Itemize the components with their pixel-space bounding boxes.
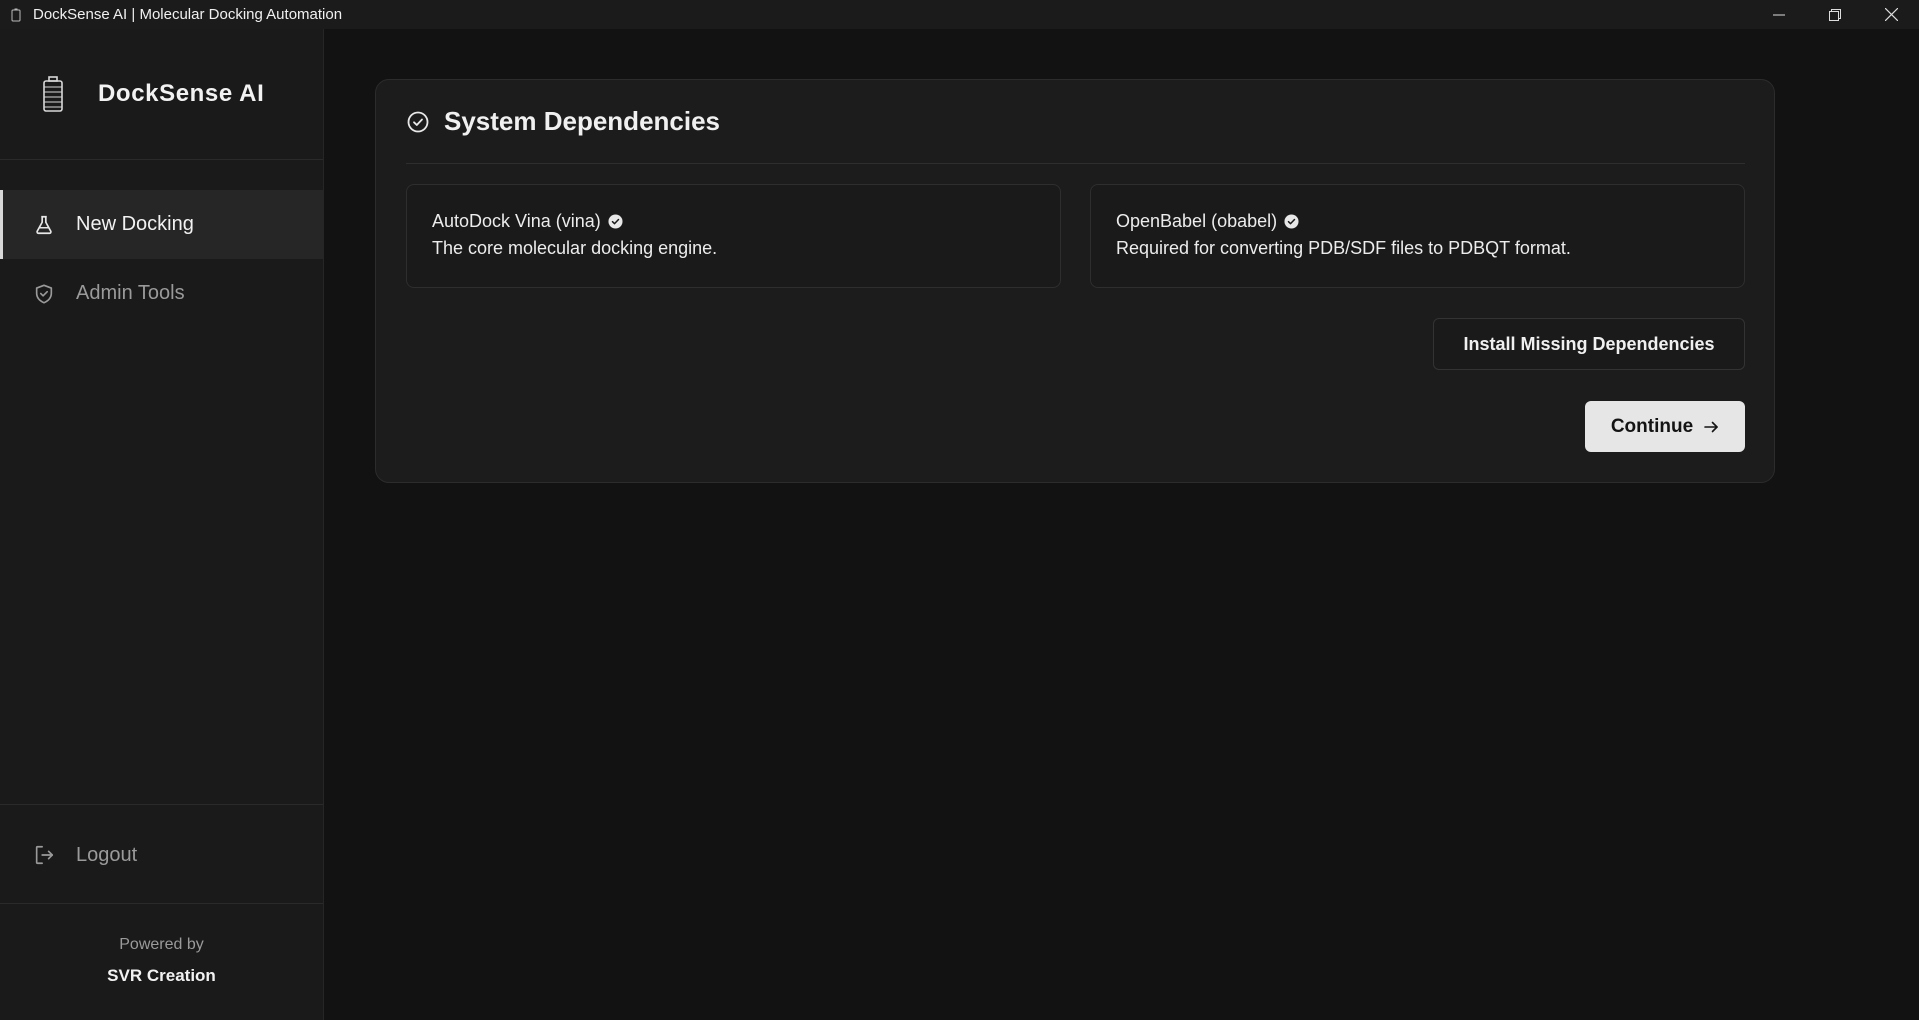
- sidebar-item-admin-tools[interactable]: Admin Tools: [0, 259, 323, 328]
- sidebar-item-label: Admin Tools: [76, 282, 185, 304]
- card-title: System Dependencies: [444, 106, 721, 136]
- shield-check-icon: [35, 283, 53, 304]
- dependency-card-vina: AutoDock Vina (vina) The core molecular …: [406, 184, 1061, 288]
- close-button[interactable]: [1863, 0, 1919, 29]
- battery-logo-icon: [43, 76, 63, 112]
- dependency-name-row: AutoDock Vina (vina): [432, 211, 1060, 232]
- app-icon: [11, 8, 21, 21]
- powered-by-text: Powered by: [119, 936, 204, 953]
- minimize-icon: [1773, 14, 1785, 15]
- dependency-description: The core molecular docking engine.: [432, 238, 718, 258]
- close-icon: [1884, 8, 1898, 21]
- window-controls: [1751, 0, 1919, 29]
- window-titlebar: DockSense AI | Molecular Docking Automat…: [0, 0, 1919, 29]
- logout-section: Logout: [0, 804, 323, 904]
- company-name: SVR Creation: [107, 966, 216, 985]
- system-dependencies-card: System Dependencies AutoDock Vina (vina)…: [375, 79, 1775, 483]
- verified-badge-icon: [608, 214, 623, 229]
- dependency-card-openbabel: OpenBabel (obabel) Required for converti…: [1090, 184, 1745, 288]
- maximize-icon: [1829, 8, 1841, 21]
- brand: DockSense AI: [0, 29, 323, 160]
- continue-button[interactable]: Continue: [1585, 401, 1745, 452]
- dependency-description: Required for converting PDB/SDF files to…: [1116, 238, 1571, 258]
- maximize-button[interactable]: [1807, 0, 1863, 29]
- logout-icon: [35, 845, 54, 865]
- sidebar-nav: New Docking Admin Tools: [0, 190, 323, 328]
- sidebar-item-new-docking[interactable]: New Docking: [0, 190, 323, 259]
- flask-icon: [36, 215, 52, 234]
- verified-badge-icon: [1284, 214, 1299, 229]
- brand-name: DockSense AI: [98, 80, 265, 107]
- check-circle-icon: [407, 111, 429, 132]
- arrow-right-icon: [1704, 421, 1718, 432]
- dependency-name: AutoDock Vina (vina): [432, 211, 601, 231]
- powered-by-footer: Powered by SVR Creation: [0, 936, 323, 986]
- continue-label: Continue: [1610, 415, 1694, 437]
- logout-label: Logout: [76, 843, 138, 866]
- dependency-name: OpenBabel (obabel): [1116, 211, 1278, 231]
- install-missing-dependencies-button[interactable]: Install Missing Dependencies: [1433, 318, 1745, 370]
- minimize-button[interactable]: [1751, 0, 1807, 29]
- logout-button[interactable]: Logout: [0, 805, 323, 905]
- sidebar: DockSense AI New Docking Admin Tools Log…: [0, 29, 324, 1020]
- card-header: System Dependencies: [406, 80, 1745, 164]
- dependency-name-row: OpenBabel (obabel): [1116, 211, 1744, 232]
- window-title: DockSense AI | Molecular Docking Automat…: [33, 6, 343, 23]
- sidebar-item-label: New Docking: [76, 213, 194, 235]
